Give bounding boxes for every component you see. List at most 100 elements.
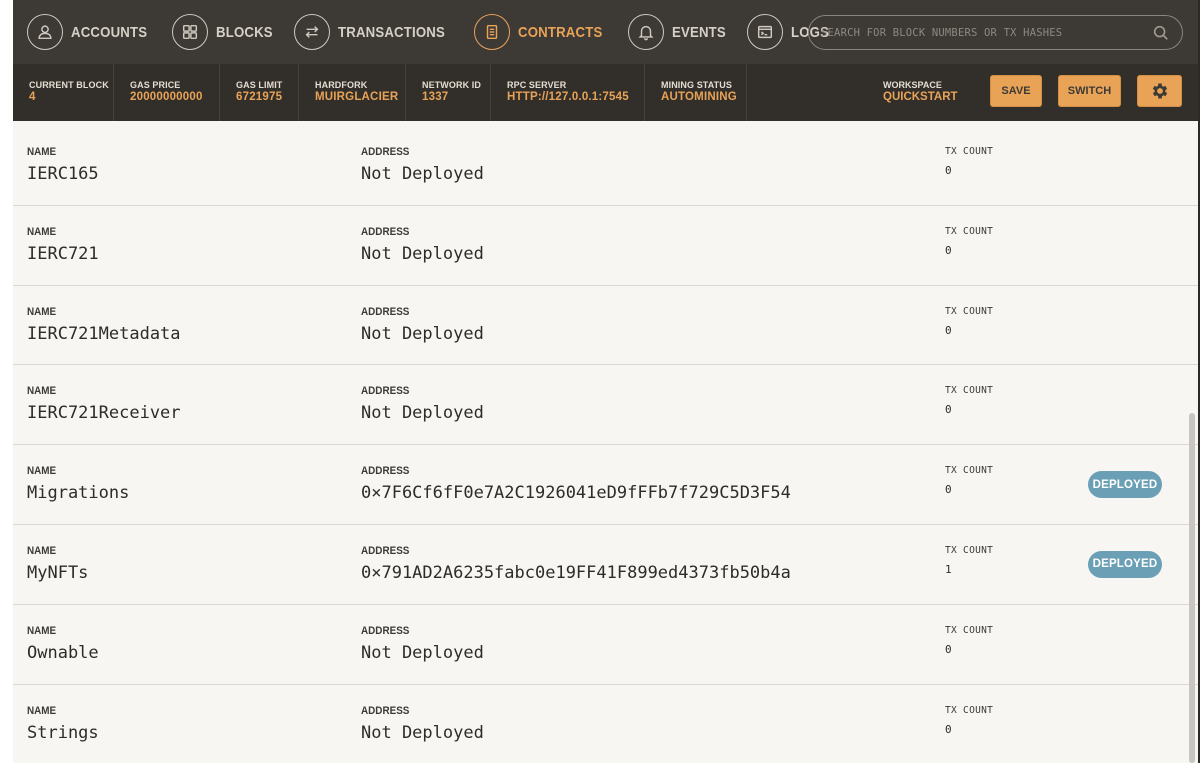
- address-label: ADDRESS: [361, 704, 410, 717]
- contract-address: Not Deployed: [361, 642, 484, 663]
- contract-row[interactable]: NAME Migrations ADDRESS 0×7F6Cf6fF0e7A2C…: [13, 445, 1198, 525]
- arrows-icon: [294, 14, 331, 50]
- name-label: NAME: [27, 305, 57, 318]
- contract-address: Not Deployed: [361, 403, 484, 424]
- stat-gas-limit: GAS LIMIT 6721975: [220, 64, 299, 121]
- stat-network-id: NETWORK ID 1337: [406, 64, 491, 121]
- contract-name: IERC721Metadata: [27, 323, 181, 344]
- address-label: ADDRESS: [361, 465, 410, 478]
- nav-contracts-label: CONTRACTS: [517, 23, 603, 41]
- stat-current-block: CURRENT BLOCK 4: [13, 64, 114, 121]
- stat-label: RPC SERVER: [507, 80, 567, 90]
- tx-count-value: 1: [945, 562, 952, 576]
- nav-blocks[interactable]: BLOCKS: [171, 0, 281, 64]
- workspace-label: WORKSPACE: [883, 80, 942, 90]
- contracts-list: NAME IERC165 ADDRESS Not Deployed TX COU…: [13, 126, 1198, 763]
- ganache-app: ACCOUNTS BLOCKS TRANSACTIONS CONTRACTS E…: [13, 0, 1198, 763]
- stat-value: 6721975: [236, 91, 283, 103]
- address-label: ADDRESS: [361, 624, 410, 637]
- name-label: NAME: [27, 146, 57, 158]
- name-label: NAME: [27, 385, 57, 398]
- contract-address: 0×7F6Cf6fF0e7A2C1926041eD9fFFb7f729C5D3F…: [361, 483, 791, 504]
- stat-label: HARDFORK: [315, 80, 368, 90]
- stat-label: MINING STATUS: [661, 80, 732, 90]
- stat-value: 20000000000: [130, 91, 203, 103]
- address-label: ADDRESS: [361, 385, 410, 398]
- name-label: NAME: [27, 544, 57, 557]
- contract-address: Not Deployed: [361, 323, 484, 344]
- contract-address: Not Deployed: [361, 164, 484, 184]
- contract-name: IERC721: [27, 243, 99, 264]
- contract-address: Not Deployed: [361, 243, 484, 264]
- stat-mining-status: MINING STATUS AUTOMINING: [645, 64, 747, 121]
- search-box[interactable]: [808, 15, 1183, 50]
- tx-count-label: TX COUNT: [945, 544, 994, 556]
- address-label: ADDRESS: [361, 305, 410, 318]
- tx-count-value: 0: [945, 642, 952, 656]
- nav-accounts[interactable]: ACCOUNTS: [27, 0, 158, 64]
- settings-button[interactable]: [1137, 75, 1182, 107]
- tx-count-label: TX COUNT: [945, 225, 994, 237]
- document-icon: [473, 14, 510, 50]
- workspace-info: WORKSPACE QUICKSTART: [883, 80, 958, 103]
- terminal-icon: [746, 14, 783, 50]
- save-button[interactable]: SAVE: [990, 75, 1042, 107]
- tx-count-value: 0: [945, 722, 952, 736]
- contract-row[interactable]: NAME IERC721Receiver ADDRESS Not Deploye…: [13, 365, 1198, 446]
- contract-row[interactable]: NAME Ownable ADDRESS Not Deployed TX COU…: [13, 605, 1198, 685]
- deployed-badge: DEPLOYED: [1088, 550, 1162, 578]
- contract-name: MyNFTs: [27, 562, 89, 583]
- deployed-badge: DEPLOYED: [1088, 471, 1162, 499]
- stat-label: NETWORK ID: [422, 80, 481, 90]
- contract-name: Migrations: [27, 483, 130, 504]
- contract-address: Not Deployed: [361, 722, 484, 743]
- name-label: NAME: [27, 704, 57, 717]
- contract-row[interactable]: NAME IERC721Metadata ADDRESS Not Deploye…: [13, 286, 1198, 366]
- nav-events[interactable]: EVENTS: [627, 0, 733, 64]
- nav-transactions-label: TRANSACTIONS: [338, 23, 446, 41]
- tx-count-label: TX COUNT: [945, 465, 994, 477]
- nav-transactions[interactable]: TRANSACTIONS: [294, 0, 460, 64]
- status-bar: CURRENT BLOCK 4 GAS PRICE 20000000000 GA…: [13, 64, 1198, 121]
- stat-value: 4: [29, 91, 36, 103]
- stat-hardfork: HARDFORK MUIRGLACIER: [299, 64, 406, 121]
- stat-label: GAS PRICE: [130, 80, 181, 90]
- nav-events-label: EVENTS: [671, 23, 726, 41]
- stat-value: 1337: [422, 91, 449, 103]
- stat-value: HTTP://127.0.0.1:7545: [507, 91, 629, 103]
- tx-count-value: 0: [945, 403, 952, 417]
- stat-value: MUIRGLACIER: [315, 91, 399, 103]
- switch-button[interactable]: SWITCH: [1058, 75, 1121, 107]
- scrollbar[interactable]: [1189, 413, 1195, 763]
- contract-row[interactable]: NAME IERC165 ADDRESS Not Deployed TX COU…: [13, 126, 1198, 206]
- stat-label: CURRENT BLOCK: [29, 80, 109, 90]
- name-label: NAME: [27, 225, 57, 238]
- stat-value: AUTOMINING: [661, 91, 737, 103]
- tx-count-label: TX COUNT: [945, 385, 994, 397]
- stat-rpc-server: RPC SERVER HTTP://127.0.0.1:7545: [491, 64, 645, 121]
- stat-gas-price: GAS PRICE 20000000000: [114, 64, 220, 121]
- person-icon: [27, 14, 63, 50]
- tx-count-label: TX COUNT: [945, 624, 994, 636]
- tx-count-label: TX COUNT: [945, 704, 994, 716]
- contract-name: Strings: [27, 722, 99, 743]
- tx-count-value: 0: [945, 164, 952, 177]
- top-nav: ACCOUNTS BLOCKS TRANSACTIONS CONTRACTS E…: [13, 0, 1198, 64]
- nav-contracts[interactable]: CONTRACTS: [473, 0, 614, 64]
- search-icon[interactable]: [1152, 24, 1170, 42]
- address-label: ADDRESS: [361, 544, 410, 557]
- name-label: NAME: [27, 624, 57, 637]
- contract-row[interactable]: NAME MyNFTs ADDRESS 0×791AD2A6235fabc0e1…: [13, 525, 1198, 605]
- search-input[interactable]: [821, 26, 1141, 39]
- gear-icon: [1150, 81, 1170, 101]
- tx-count-label: TX COUNT: [945, 146, 994, 157]
- contract-name: IERC165: [27, 164, 99, 184]
- grid-icon: [171, 14, 208, 50]
- contract-row[interactable]: NAME IERC721 ADDRESS Not Deployed TX COU…: [13, 206, 1198, 286]
- nav-accounts-label: ACCOUNTS: [71, 23, 148, 41]
- tx-count-value: 0: [945, 483, 952, 497]
- contract-row[interactable]: NAME Strings ADDRESS Not Deployed TX COU…: [13, 685, 1198, 763]
- tx-count-label: TX COUNT: [945, 305, 994, 317]
- nav-blocks-label: BLOCKS: [215, 23, 273, 41]
- address-label: ADDRESS: [361, 225, 410, 238]
